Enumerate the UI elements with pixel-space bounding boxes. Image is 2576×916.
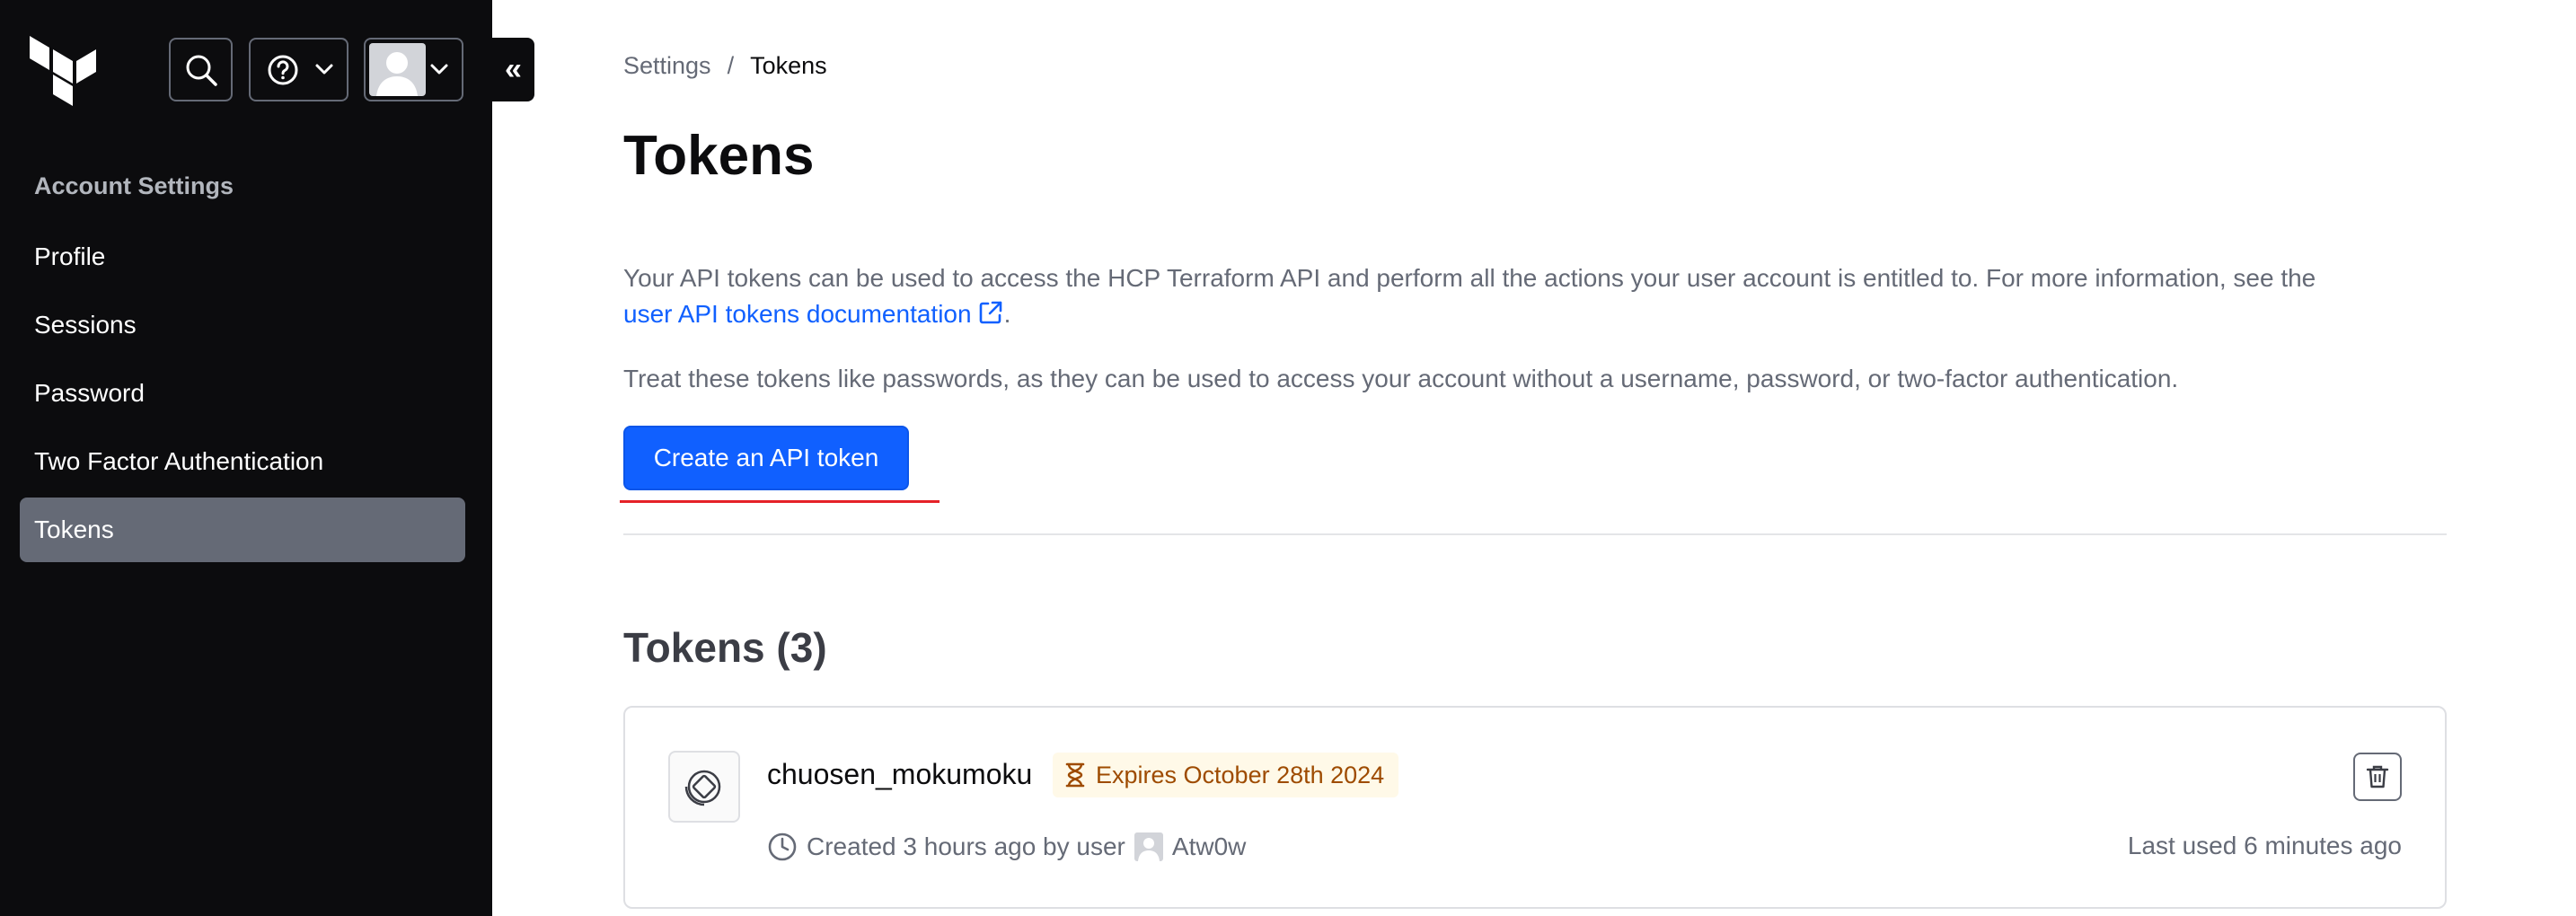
token-created-text: Created 3 hours ago by user: [807, 832, 1125, 860]
app-root: Account Settings Profile Sessions Passwo…: [0, 0, 2576, 916]
delete-token-button[interactable]: [2353, 753, 2402, 801]
create-api-token-button[interactable]: Create an API token: [623, 426, 909, 490]
sidebar-item-tokens[interactable]: Tokens: [20, 498, 465, 562]
sidebar-item-two-factor-authentication[interactable]: Two Factor Authentication: [20, 429, 465, 494]
search-button[interactable]: [169, 38, 233, 101]
breadcrumb: Settings / Tokens: [623, 52, 827, 80]
tokens-section-title: Tokens (3): [623, 624, 827, 671]
page-title: Tokens: [623, 125, 815, 187]
expiry-badge: Expires October 28th 2024: [1053, 753, 1399, 797]
sidebar-item-profile[interactable]: Profile: [20, 225, 465, 289]
user-avatar: [1134, 832, 1163, 861]
token-user: Atw0w: [1171, 832, 1247, 860]
hourglass-icon: [1065, 762, 1085, 788]
token-last-used: Last used 6 minutes ago: [2127, 832, 2402, 859]
docs-link-label: user API tokens documentation: [623, 300, 972, 328]
external-link-icon: [979, 301, 1001, 324]
divider: [623, 533, 2447, 535]
token-card: chuosen_mokumoku Expires October 28th 20…: [623, 706, 2447, 909]
token-name: chuosen_mokumoku: [767, 758, 1033, 790]
highlight-underline: [620, 500, 940, 503]
sidebar: Account Settings Profile Sessions Passwo…: [0, 0, 492, 916]
token-icon: [668, 751, 740, 823]
description-period: .: [1003, 300, 1011, 328]
terraform-logo-icon[interactable]: [30, 36, 96, 106]
sidebar-item-password[interactable]: Password: [20, 361, 465, 426]
breadcrumb-settings[interactable]: Settings: [623, 52, 711, 80]
user-menu-button[interactable]: [364, 38, 463, 101]
sidebar-item-sessions[interactable]: Sessions: [20, 293, 465, 357]
expiry-text: Expires October 28th 2024: [1096, 761, 1385, 788]
collapse-sidebar-button[interactable]: «: [492, 38, 534, 101]
avatar: [369, 43, 426, 96]
sidebar-heading: Account Settings: [34, 172, 234, 199]
help-icon: [268, 55, 298, 85]
help-menu-button[interactable]: [249, 38, 348, 101]
chevron-down-icon: [430, 64, 448, 75]
token-created-row: Created 3 hours ago by user Atw0w: [767, 832, 1246, 862]
search-icon: [186, 55, 217, 86]
clock-icon: [768, 832, 797, 861]
warning-paragraph: Treat these tokens like passwords, as th…: [623, 365, 2179, 392]
description-paragraph: Your API tokens can be used to access th…: [623, 260, 2456, 332]
docs-link[interactable]: user API tokens documentation: [623, 300, 1004, 328]
trash-icon: [2366, 765, 2389, 788]
chevron-down-icon: [315, 64, 333, 75]
breadcrumb-separator: /: [727, 52, 735, 79]
breadcrumb-current: Tokens: [750, 52, 827, 79]
description-text: Your API tokens can be used to access th…: [623, 264, 2316, 292]
